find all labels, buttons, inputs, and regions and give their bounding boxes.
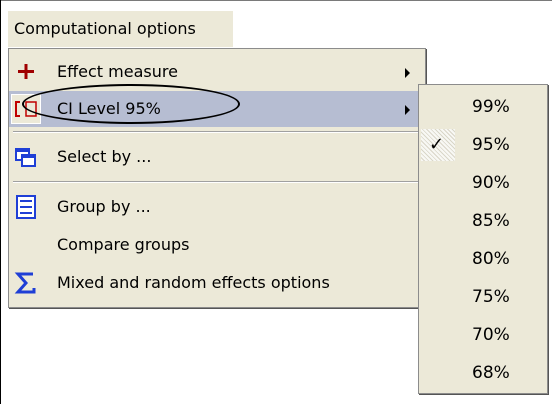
window-left-border [0,0,1,404]
menubar-label: Computational options [14,19,196,38]
window-top-border [0,0,552,1]
ci-option-75[interactable]: 75% [419,279,547,315]
plus-icon [13,60,39,84]
ci-option-label: 80% [472,249,510,269]
menu-item-label: Mixed and random effects options [57,273,330,292]
menu-item-effect-measure[interactable]: Effect measure [9,54,425,90]
ci-option-80[interactable]: 80% [419,241,547,277]
ci-option-85[interactable]: 85% [419,203,547,239]
menu-item-label: Compare groups [57,235,190,254]
menu-item-label: Group by ... [57,197,151,216]
menu-item-select-by[interactable]: Select by ... [9,139,425,175]
ci-option-label: 90% [472,173,510,193]
ci-option-label: 85% [472,211,510,231]
menu-item-label: Select by ... [57,147,152,166]
annotation-ellipse [22,84,240,124]
menubar-computational-options[interactable]: Computational options [8,11,233,47]
ci-option-label: 70% [472,325,510,345]
checkmark-icon: ✓ [429,134,445,155]
ci-option-68[interactable]: 68% [419,355,547,391]
select-windows-icon [13,145,39,169]
ci-option-90[interactable]: 90% [419,165,547,201]
ci-option-99[interactable]: 99% [419,89,547,125]
ci-option-95[interactable]: ✓ 95% [419,127,547,163]
ci-option-label: 99% [472,97,510,117]
menu-item-compare-groups[interactable]: Compare groups [9,227,425,263]
group-list-icon [13,195,39,219]
menu-separator [13,181,421,183]
ci-option-label: 68% [472,363,510,383]
submenu-arrow-icon [405,105,410,115]
sigma-icon [13,271,39,295]
ci-option-label: 75% [472,287,510,307]
ci-option-label: 95% [472,135,510,155]
ci-option-70[interactable]: 70% [419,317,547,353]
menu-separator [13,131,421,133]
submenu-arrow-icon [405,68,410,78]
menu-item-group-by[interactable]: Group by ... [9,189,425,225]
ci-level-submenu: 99% ✓ 95% 90% 85% 80% 75% 70% 68% [418,84,548,394]
menu-item-mixed-random-effects[interactable]: Mixed and random effects options [9,265,425,301]
